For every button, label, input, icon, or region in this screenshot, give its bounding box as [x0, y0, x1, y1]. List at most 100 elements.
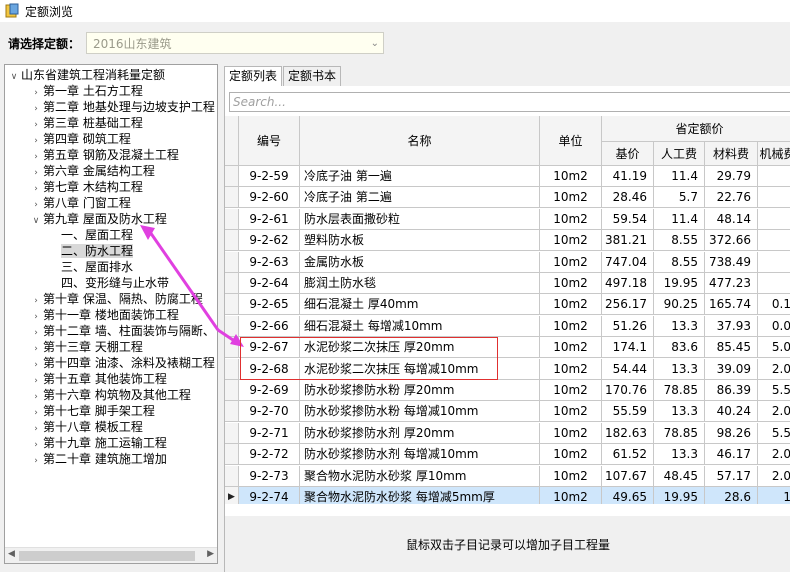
row-selector[interactable]: [225, 187, 239, 209]
tree-item-chapter-7[interactable]: › 第七章 木结构工程: [29, 179, 143, 195]
row-selector[interactable]: [225, 315, 239, 337]
table-cell-code[interactable]: 9-2-71: [239, 422, 300, 444]
table-cell-machine[interactable]: 5.0: [758, 337, 790, 359]
table-cell-base[interactable]: 55.59: [602, 401, 654, 423]
table-cell-code[interactable]: 9-2-74: [239, 487, 300, 504]
table-cell-material[interactable]: 57.17: [705, 465, 758, 487]
table-cell-labor[interactable]: 83.6: [654, 337, 705, 359]
scroll-left-icon[interactable]: ◀: [8, 549, 15, 559]
row-selector[interactable]: [225, 166, 239, 187]
tree-item-section-1[interactable]: 一、屋面工程: [61, 227, 133, 243]
tree-item-chapter-13[interactable]: › 第十三章 天棚工程: [29, 339, 143, 355]
table-cell-machine[interactable]: [758, 252, 790, 273]
table-cell-unit[interactable]: 10m2: [540, 315, 602, 337]
chevron-down-icon[interactable]: ∨: [29, 213, 43, 229]
row-selector[interactable]: [225, 401, 239, 423]
table-cell-machine[interactable]: 2.0: [758, 466, 790, 487]
table-cell-labor[interactable]: 5.7: [654, 187, 705, 209]
table-cell-base[interactable]: 51.26: [602, 315, 654, 337]
table-cell-labor[interactable]: 13.3: [654, 401, 705, 423]
tree-root[interactable]: ∨ 山东省建筑工程消耗量定额: [7, 67, 165, 83]
row-selector[interactable]: [225, 294, 239, 316]
table-cell-name[interactable]: 塑料防水板: [300, 230, 540, 252]
table-cell-labor[interactable]: 8.55: [654, 230, 705, 252]
table-cell-code[interactable]: 9-2-59: [239, 166, 300, 187]
tree-item-chapter-16[interactable]: › 第十六章 构筑物及其他工程: [29, 387, 191, 403]
table-cell-material[interactable]: 46.17: [705, 444, 758, 466]
row-selector[interactable]: [225, 358, 239, 380]
tree-item-section-4[interactable]: 四、变形缝与止水带: [61, 275, 169, 291]
table-cell-labor[interactable]: 8.55: [654, 251, 705, 273]
row-selector[interactable]: ▶: [225, 487, 239, 504]
table-cell-code[interactable]: 9-2-73: [239, 465, 300, 487]
table-cell-base[interactable]: 59.54: [602, 208, 654, 230]
table-cell-unit[interactable]: 10m2: [540, 380, 602, 401]
table-cell-base[interactable]: 174.1: [602, 337, 654, 359]
table-cell-base[interactable]: 747.04: [602, 251, 654, 273]
table-cell-material[interactable]: 738.49: [705, 251, 758, 273]
table-cell-name[interactable]: 冷底子油 第二遍: [300, 187, 540, 209]
table-cell-unit[interactable]: 10m2: [540, 208, 602, 230]
table-cell-base[interactable]: 28.46: [602, 187, 654, 209]
row-selector[interactable]: [225, 208, 239, 230]
chevron-right-icon[interactable]: ›: [29, 453, 43, 469]
table-cell-unit[interactable]: 10m2: [540, 251, 602, 273]
table-cell-labor[interactable]: 19.95: [654, 487, 705, 504]
table-cell-base[interactable]: 497.18: [602, 273, 654, 294]
table-cell-machine[interactable]: 1: [758, 487, 790, 504]
table-cell-machine[interactable]: [758, 273, 790, 294]
table-cell-base[interactable]: 54.44: [602, 358, 654, 380]
tree-item-chapter-10[interactable]: › 第十章 保温、隔热、防腐工程: [29, 291, 203, 307]
table-cell-code[interactable]: 9-2-66: [239, 315, 300, 337]
tree-item-chapter-14[interactable]: › 第十四章 油漆、涂料及裱糊工程: [29, 355, 215, 371]
table-cell-machine[interactable]: 2.0: [758, 444, 790, 466]
table-cell-name[interactable]: 膨润土防水毯: [300, 273, 540, 294]
table-cell-unit[interactable]: 10m2: [540, 358, 602, 380]
tree-item-chapter-1[interactable]: › 第一章 土石方工程: [29, 83, 143, 99]
table-cell-material[interactable]: 372.66: [705, 230, 758, 252]
table-cell-machine[interactable]: 0.1: [758, 294, 790, 316]
row-selector[interactable]: [225, 380, 239, 401]
table-cell-base[interactable]: 61.52: [602, 444, 654, 466]
table-cell-code[interactable]: 9-2-69: [239, 380, 300, 401]
table-cell-unit[interactable]: 10m2: [540, 230, 602, 252]
table-cell-base[interactable]: 49.65: [602, 487, 654, 504]
table-cell-name[interactable]: 防水砂浆掺防水剂 每增减10mm: [300, 444, 540, 466]
table-cell-code[interactable]: 9-2-65: [239, 294, 300, 316]
table-cell-labor[interactable]: 11.4: [654, 208, 705, 230]
table-cell-code[interactable]: 9-2-62: [239, 230, 300, 252]
table-cell-labor[interactable]: 13.3: [654, 358, 705, 380]
tree-item-chapter-19[interactable]: › 第十九章 施工运输工程: [29, 435, 167, 451]
table-cell-unit[interactable]: 10m2: [540, 401, 602, 423]
tree-item-chapter-5[interactable]: › 第五章 钢筋及混凝土工程: [29, 147, 179, 163]
table-cell-material[interactable]: 165.74: [705, 294, 758, 316]
table-cell-material[interactable]: 37.93: [705, 315, 758, 337]
tree-item-chapter-3[interactable]: › 第三章 桩基础工程: [29, 115, 143, 131]
table-cell-labor[interactable]: 13.3: [654, 315, 705, 337]
table-cell-code[interactable]: 9-2-61: [239, 208, 300, 230]
table-cell-material[interactable]: 22.76: [705, 187, 758, 209]
table-cell-name[interactable]: 金属防水板: [300, 251, 540, 273]
table-cell-machine[interactable]: 0.0: [758, 316, 790, 337]
table-cell-unit[interactable]: 10m2: [540, 166, 602, 187]
tree-item-chapter-9[interactable]: ∨ 第九章 屋面及防水工程: [29, 211, 167, 227]
table-cell-unit[interactable]: 10m2: [540, 465, 602, 487]
table-cell-machine[interactable]: 5.5: [758, 380, 790, 401]
tree-item-chapter-2[interactable]: › 第二章 地基处理与边坡支护工程: [29, 99, 215, 115]
chapter-tree[interactable]: ∨ 山东省建筑工程消耗量定额 › 第一章 土石方工程 › 第二章 地基处理与边坡支护工程 ›…: [4, 64, 218, 564]
table-cell-unit[interactable]: 10m2: [540, 422, 602, 444]
table-cell-code[interactable]: 9-2-64: [239, 273, 300, 294]
tree-item-chapter-6[interactable]: › 第六章 金属结构工程: [29, 163, 155, 179]
chevron-down-icon[interactable]: ⌄: [371, 38, 379, 49]
table-cell-name[interactable]: 防水砂浆掺防水粉 每增减10mm: [300, 401, 540, 423]
table-cell-labor[interactable]: 11.4: [654, 166, 705, 187]
table-cell-unit[interactable]: 10m2: [540, 294, 602, 316]
table-cell-material[interactable]: 86.39: [705, 380, 758, 401]
table-cell-labor[interactable]: 78.85: [654, 380, 705, 401]
tree-item-chapter-18[interactable]: › 第十八章 模板工程: [29, 419, 143, 435]
table-cell-base[interactable]: 41.19: [602, 166, 654, 187]
tree-item-chapter-20[interactable]: › 第二十章 建筑施工增加: [29, 451, 167, 467]
scroll-right-icon[interactable]: ▶: [207, 549, 214, 559]
table-cell-material[interactable]: 85.45: [705, 337, 758, 359]
table-cell-machine[interactable]: [758, 230, 790, 252]
